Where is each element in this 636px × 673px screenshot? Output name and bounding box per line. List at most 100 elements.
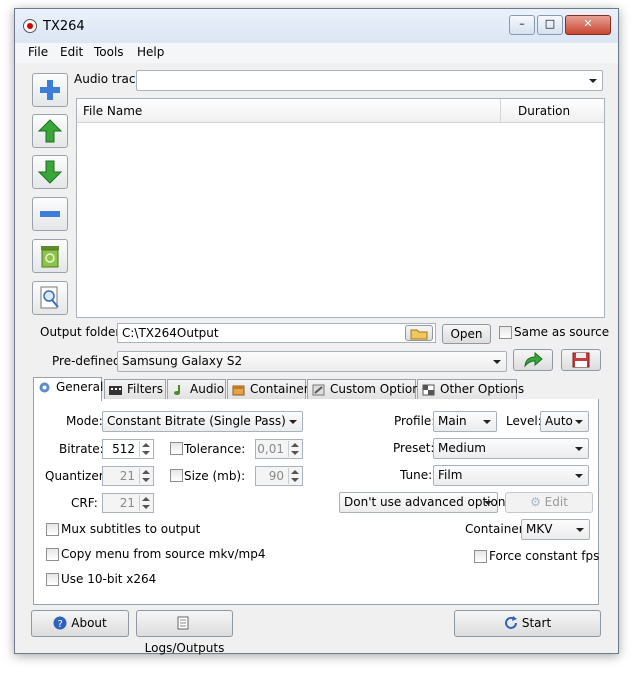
column-file-name[interactable]: File Name (83, 104, 142, 118)
output-folder-value: C:\TX264Output (122, 326, 219, 340)
close-button[interactable]: ✕ (565, 15, 611, 35)
tab-custom-options[interactable]: Custom Options (307, 379, 426, 399)
open-button[interactable]: Open (442, 324, 491, 344)
predefined-select[interactable]: Samsung Galaxy S2 (117, 351, 507, 372)
arrow-up-icon (37, 119, 63, 143)
remove-file-button[interactable] (32, 197, 68, 231)
size-checkbox[interactable] (170, 469, 183, 482)
minimize-button[interactable]: – (509, 15, 535, 35)
chevron-down-icon (289, 420, 297, 424)
tolerance-spinbox[interactable]: 0,01 (255, 439, 303, 459)
tab-general-label: General (56, 380, 104, 394)
chevron-down-icon (576, 528, 584, 532)
tab-audio[interactable]: Audio (167, 379, 226, 399)
preview-button[interactable] (32, 281, 68, 315)
level-label: Level: (506, 414, 542, 428)
tab-filters[interactable]: Filters (104, 379, 166, 399)
svg-text:?: ? (58, 619, 63, 630)
use-10bit-checkbox[interactable] (46, 573, 59, 586)
spin-arrows-icon[interactable] (288, 468, 301, 484)
chevron-down-icon (589, 79, 597, 83)
tab-filters-label: Filters (127, 382, 163, 396)
chevron-down-icon (483, 420, 491, 424)
force-fps-label: Force constant fps (489, 549, 600, 563)
minus-icon (40, 211, 60, 217)
start-button-label: Start (521, 616, 552, 630)
menu-tools[interactable]: Tools (94, 45, 124, 59)
mode-select[interactable]: Constant Bitrate (Single Pass) (102, 411, 303, 432)
save-preset-button[interactable] (561, 349, 601, 371)
film-icon (109, 383, 122, 395)
output-folder-input[interactable]: C:\TX264Output (117, 323, 436, 343)
file-list[interactable]: File Name Duration (76, 98, 605, 318)
folder-icon (410, 329, 428, 340)
crf-spinbox[interactable]: 21 (102, 493, 154, 513)
gear-icon (38, 381, 51, 393)
tab-other-options[interactable]: Other Options (417, 379, 524, 399)
size-label: Size (mb): (184, 469, 246, 483)
mux-subtitles-label: Mux subtitles to output (61, 522, 201, 536)
container-select[interactable]: MKV (521, 519, 590, 540)
about-button-label: About (71, 616, 107, 630)
tune-value: Film (438, 468, 463, 482)
quantizer-spinbox[interactable]: 21 (102, 466, 154, 486)
chevron-down-icon (493, 360, 501, 364)
gear-icon: ⚙ (530, 495, 541, 509)
app-window: TX264 – □ ✕ File Edit Tools Help Audio t… (14, 8, 619, 655)
tune-select[interactable]: Film (433, 465, 589, 486)
file-list-header: File Name Duration (77, 99, 604, 123)
spin-arrows-icon[interactable] (139, 468, 152, 484)
column-duration[interactable]: Duration (518, 104, 570, 118)
move-down-button[interactable] (32, 155, 68, 189)
size-spinbox[interactable]: 90 (255, 466, 303, 486)
level-select[interactable]: Auto (540, 411, 589, 432)
start-button[interactable]: Start (454, 610, 601, 637)
recycle-bin-icon (41, 246, 59, 268)
refresh-icon (504, 616, 517, 629)
edit-button[interactable]: ⚙ Edit (505, 492, 593, 513)
menu-help[interactable]: Help (137, 45, 164, 59)
advanced-options-select[interactable]: Don't use advanced options (339, 492, 512, 513)
bitrate-value: 512 (112, 442, 135, 456)
preset-value: Medium (438, 441, 486, 455)
spin-arrows-icon[interactable] (288, 441, 301, 457)
tab-container-label: Container (250, 382, 309, 396)
move-up-button[interactable] (32, 114, 68, 148)
add-file-button[interactable] (32, 73, 68, 107)
wrench-icon (312, 383, 325, 396)
mux-subtitles-checkbox[interactable] (46, 523, 59, 536)
column-divider (500, 99, 501, 122)
bitrate-spinbox[interactable]: 512 (102, 439, 154, 459)
plus-icon (40, 80, 60, 100)
logs-outputs-button[interactable]: Logs/Outputs (136, 610, 233, 655)
spin-arrows-icon[interactable] (139, 441, 152, 457)
menu-file[interactable]: File (28, 45, 48, 59)
level-value: Auto (545, 414, 573, 428)
tolerance-value: 0,01 (257, 442, 284, 456)
tab-general[interactable]: General (33, 377, 104, 401)
profile-label: Profile: (394, 414, 436, 428)
tab-other-options-label: Other Options (440, 382, 525, 396)
preset-select[interactable]: Medium (433, 438, 589, 459)
force-fps-checkbox[interactable] (474, 550, 487, 563)
clear-list-button[interactable] (32, 239, 68, 273)
tab-audio-label: Audio (190, 382, 225, 396)
size-value: 90 (268, 469, 284, 483)
load-preset-button[interactable] (513, 349, 553, 371)
copy-menu-checkbox[interactable] (46, 548, 59, 561)
menu-edit[interactable]: Edit (60, 45, 83, 59)
browse-folder-button[interactable] (405, 325, 433, 341)
tab-container[interactable]: Container (227, 379, 309, 399)
maximize-button[interactable]: □ (537, 15, 563, 35)
help-icon: ? (53, 616, 67, 630)
about-button[interactable]: ? About (31, 610, 129, 637)
chevron-down-icon (575, 474, 583, 478)
audio-track-select[interactable] (136, 70, 603, 91)
same-as-source-checkbox[interactable] (499, 326, 512, 339)
logs-outputs-label: Logs/Outputs (144, 641, 225, 655)
tolerance-checkbox[interactable] (170, 442, 183, 455)
app-record-icon (23, 19, 37, 33)
magnifier-icon (40, 286, 59, 309)
profile-select[interactable]: Main (433, 411, 497, 432)
spin-arrows-icon[interactable] (139, 495, 152, 511)
